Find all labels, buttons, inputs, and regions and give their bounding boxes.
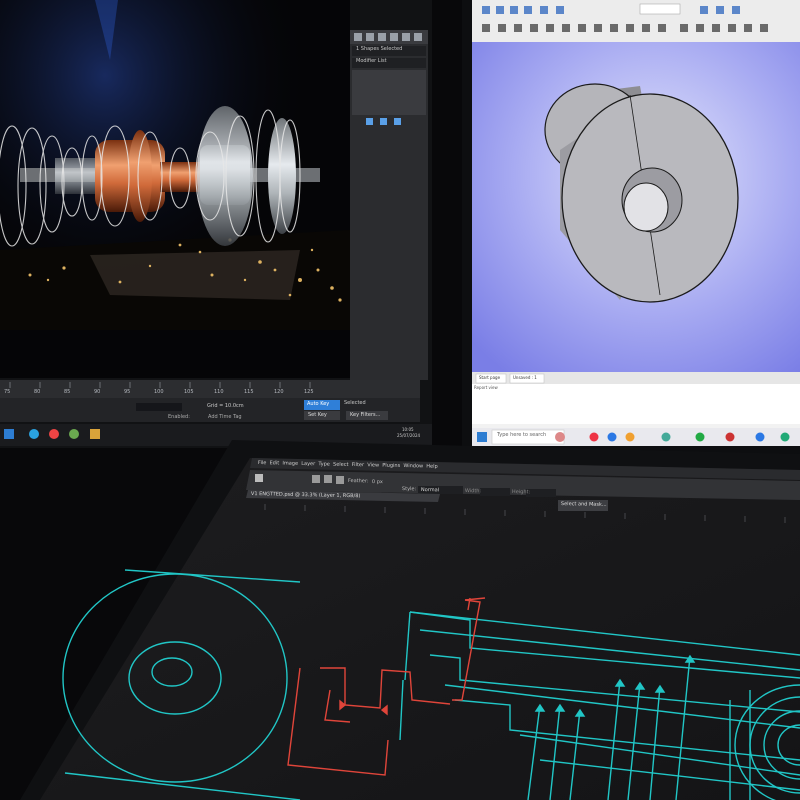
feather-value[interactable]: 0 px [372, 479, 383, 485]
app-icon[interactable] [69, 429, 79, 439]
app-icon[interactable] [29, 429, 39, 439]
chrome-icon[interactable] [49, 429, 59, 439]
menu-item-layer[interactable]: Layer [301, 461, 315, 467]
tick-label: 120 [274, 389, 284, 395]
select-and-mask-label[interactable]: Select and Mask... [561, 501, 607, 508]
chrome-icon[interactable] [589, 432, 599, 442]
tick-label: 100 [154, 389, 164, 395]
tick-label: 125 [304, 389, 314, 395]
tick-label: 105 [184, 389, 194, 395]
tick-label: 90 [94, 389, 101, 395]
report-view [472, 384, 800, 424]
app-icon[interactable] [661, 432, 671, 442]
tick-label: 115 [244, 389, 254, 395]
menu-item-select[interactable]: Select [333, 462, 349, 468]
height-label: Height: [511, 489, 531, 496]
cad-toolbar [472, 0, 800, 42]
menu-item-filter[interactable]: Filter [352, 462, 365, 468]
add-time-tag-button[interactable]: Add Time Tag [208, 415, 242, 420]
folder-icon[interactable] [90, 429, 100, 439]
menu-item-help[interactable]: Help [426, 464, 438, 470]
marquee-tool-icon[interactable] [255, 474, 263, 482]
edge-icon[interactable] [607, 432, 617, 442]
clock-time: 10:05 [402, 427, 414, 432]
panel-title: 1 Shapes Selected [356, 46, 403, 52]
app-icon[interactable] [625, 432, 635, 442]
tick-label: 80 [34, 389, 41, 395]
width-label: Width: [464, 488, 482, 495]
menu-item-view[interactable]: View [367, 462, 379, 468]
style-value[interactable]: Normal [421, 487, 439, 493]
menu-item-window[interactable]: Window [403, 463, 423, 469]
right-monitor [462, 0, 800, 470]
avatar-icon[interactable] [555, 432, 565, 442]
auto-key-label[interactable]: Auto Key [307, 402, 329, 407]
tick-label: 95 [124, 389, 131, 395]
clock-date: 25/07/2024 [397, 433, 421, 438]
app-icon[interactable] [695, 432, 705, 442]
app-icon[interactable] [755, 432, 765, 442]
windows-start-icon[interactable] [477, 432, 487, 442]
windows-start-icon[interactable] [4, 429, 14, 439]
tab-start-page-label[interactable]: Start page [479, 376, 500, 380]
grid-label: Grid = 10.0cm [207, 403, 244, 409]
menu-item-edit[interactable]: Edit [269, 460, 279, 466]
enabled-label: Enabled: [168, 414, 190, 420]
desk-scene [0, 0, 800, 800]
tick-label: 110 [214, 389, 224, 395]
taskbar [0, 424, 432, 446]
set-key-label[interactable]: Set Key [308, 413, 327, 418]
menu-item-type[interactable]: Type [318, 461, 330, 467]
modifier-list-dropdown[interactable]: Modifier List [356, 59, 387, 64]
left-monitor [0, 0, 432, 448]
width-field[interactable] [480, 488, 510, 496]
timeline-ruler[interactable] [0, 380, 420, 398]
menu-item-plugins[interactable]: Plugins [382, 463, 400, 469]
feather-label: Feather: [347, 478, 369, 485]
height-field[interactable] [526, 489, 556, 497]
app-icon[interactable] [725, 432, 735, 442]
menu-item-image[interactable]: Image [282, 461, 298, 467]
key-filters-label[interactable]: Key Filters... [350, 413, 380, 418]
tick-label: 75 [4, 389, 11, 395]
tab-unsaved-label[interactable]: Unsaved : 1 [513, 376, 537, 380]
search-placeholder[interactable]: Type here to search [497, 433, 546, 438]
selected-dropdown[interactable]: Selected [344, 401, 366, 406]
app-icon[interactable] [780, 432, 790, 442]
tick-label: 85 [64, 389, 71, 395]
report-view-label: Report view [474, 385, 498, 390]
style-label: Style: [401, 486, 417, 493]
menu-item-file[interactable]: File [258, 460, 266, 466]
